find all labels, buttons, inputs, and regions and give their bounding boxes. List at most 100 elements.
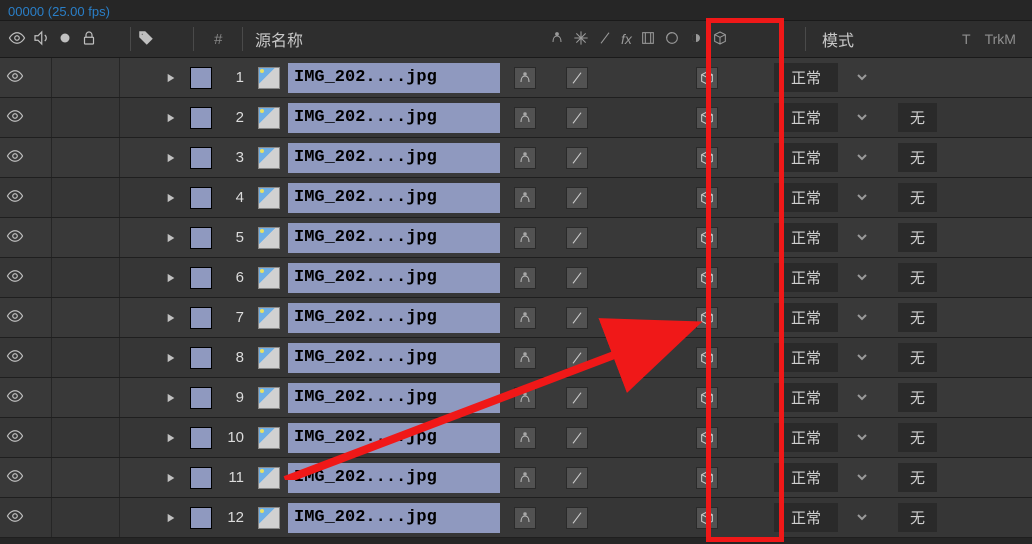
shy-switch[interactable] bbox=[514, 147, 536, 169]
twirl-icon[interactable] bbox=[156, 98, 186, 137]
twirl-icon[interactable] bbox=[156, 338, 186, 377]
twirl-icon[interactable] bbox=[156, 458, 186, 497]
track-matte-dropdown[interactable]: 无 bbox=[898, 303, 937, 332]
layer-source-name[interactable]: IMG_202....jpg bbox=[288, 183, 500, 213]
eye-icon[interactable] bbox=[6, 387, 24, 408]
track-matte-dropdown[interactable]: 无 bbox=[898, 503, 937, 532]
track-matte-dropdown[interactable]: 无 bbox=[898, 383, 937, 412]
3d-switch[interactable] bbox=[696, 147, 718, 169]
eye-icon[interactable] bbox=[8, 29, 26, 50]
blend-mode-dropdown[interactable]: 正常 bbox=[774, 183, 838, 212]
eye-icon[interactable] bbox=[6, 507, 24, 528]
3d-switch[interactable] bbox=[696, 387, 718, 409]
layer-source-name[interactable]: IMG_202....jpg bbox=[288, 63, 500, 93]
blend-mode-dropdown[interactable]: 正常 bbox=[774, 263, 838, 292]
blend-mode-dropdown[interactable]: 正常 bbox=[774, 503, 838, 532]
collapse-switch[interactable] bbox=[566, 267, 588, 289]
shy-switch[interactable] bbox=[514, 67, 536, 89]
twirl-icon[interactable] bbox=[156, 498, 186, 537]
layer-source-name[interactable]: IMG_202....jpg bbox=[288, 503, 500, 533]
tag-icon[interactable] bbox=[137, 29, 155, 50]
collapse-switch[interactable] bbox=[566, 307, 588, 329]
twirl-icon[interactable] bbox=[156, 298, 186, 337]
shy-switch[interactable] bbox=[514, 507, 536, 529]
speaker-icon[interactable] bbox=[32, 29, 50, 50]
3d-switch[interactable] bbox=[696, 107, 718, 129]
layer-row[interactable]: 8 IMG_202....jpg 正常 无 bbox=[0, 338, 1032, 378]
shy-icon[interactable] bbox=[549, 30, 565, 49]
layer-source-name[interactable]: IMG_202....jpg bbox=[288, 383, 500, 413]
adjustment-icon[interactable] bbox=[688, 30, 704, 49]
shy-switch[interactable] bbox=[514, 107, 536, 129]
twirl-icon[interactable] bbox=[156, 378, 186, 417]
eye-icon[interactable] bbox=[6, 347, 24, 368]
collapse-switch[interactable] bbox=[566, 227, 588, 249]
layer-row[interactable]: 4 IMG_202....jpg 正常 无 bbox=[0, 178, 1032, 218]
eye-icon[interactable] bbox=[6, 67, 24, 88]
eye-icon[interactable] bbox=[6, 427, 24, 448]
column-mode[interactable]: 模式 bbox=[812, 27, 952, 51]
eye-icon[interactable] bbox=[6, 187, 24, 208]
eye-icon[interactable] bbox=[6, 147, 24, 168]
fx-icon[interactable]: fx bbox=[621, 31, 632, 47]
layer-row[interactable]: 12 IMG_202....jpg 正常 无 bbox=[0, 498, 1032, 538]
layer-color-chip[interactable] bbox=[190, 67, 212, 89]
blend-mode-dropdown[interactable]: 正常 bbox=[774, 103, 838, 132]
collapse-switch[interactable] bbox=[566, 187, 588, 209]
layer-color-chip[interactable] bbox=[190, 147, 212, 169]
shy-switch[interactable] bbox=[514, 227, 536, 249]
layer-source-name[interactable]: IMG_202....jpg bbox=[288, 463, 500, 493]
layer-row[interactable]: 9 IMG_202....jpg 正常 无 bbox=[0, 378, 1032, 418]
layer-color-chip[interactable] bbox=[190, 427, 212, 449]
layer-row[interactable]: 6 IMG_202....jpg 正常 无 bbox=[0, 258, 1032, 298]
layer-color-chip[interactable] bbox=[190, 347, 212, 369]
track-matte-dropdown[interactable]: 无 bbox=[898, 103, 937, 132]
twirl-icon[interactable] bbox=[156, 58, 186, 97]
layer-row[interactable]: 10 IMG_202....jpg 正常 无 bbox=[0, 418, 1032, 458]
track-matte-dropdown[interactable]: 无 bbox=[898, 463, 937, 492]
collapse-switch[interactable] bbox=[566, 387, 588, 409]
shy-switch[interactable] bbox=[514, 347, 536, 369]
collapse-switch[interactable] bbox=[566, 107, 588, 129]
frame-blend-icon[interactable] bbox=[640, 30, 656, 49]
layer-row[interactable]: 1 IMG_202....jpg 正常 bbox=[0, 58, 1032, 98]
layer-color-chip[interactable] bbox=[190, 187, 212, 209]
layer-source-name[interactable]: IMG_202....jpg bbox=[288, 423, 500, 453]
shy-switch[interactable] bbox=[514, 427, 536, 449]
3d-switch[interactable] bbox=[696, 267, 718, 289]
shy-switch[interactable] bbox=[514, 467, 536, 489]
collapse-switch[interactable] bbox=[566, 147, 588, 169]
star-icon[interactable] bbox=[573, 30, 589, 49]
eye-icon[interactable] bbox=[6, 107, 24, 128]
layer-source-name[interactable]: IMG_202....jpg bbox=[288, 143, 500, 173]
3d-switch[interactable] bbox=[696, 227, 718, 249]
3d-switch[interactable] bbox=[696, 427, 718, 449]
layer-source-name[interactable]: IMG_202....jpg bbox=[288, 223, 500, 253]
track-matte-dropdown[interactable]: 无 bbox=[898, 183, 937, 212]
layer-source-name[interactable]: IMG_202....jpg bbox=[288, 103, 500, 133]
eye-icon[interactable] bbox=[6, 307, 24, 328]
blend-mode-dropdown[interactable]: 正常 bbox=[774, 383, 838, 412]
collapse-switch[interactable] bbox=[566, 467, 588, 489]
lock-icon[interactable] bbox=[80, 29, 98, 50]
layer-source-name[interactable]: IMG_202....jpg bbox=[288, 343, 500, 373]
shy-switch[interactable] bbox=[514, 187, 536, 209]
twirl-icon[interactable] bbox=[156, 418, 186, 457]
layer-source-name[interactable]: IMG_202....jpg bbox=[288, 263, 500, 293]
collapse-switch[interactable] bbox=[566, 427, 588, 449]
hash-icon[interactable]: # bbox=[214, 31, 222, 48]
blend-mode-dropdown[interactable]: 正常 bbox=[774, 343, 838, 372]
collapse-switch[interactable] bbox=[566, 347, 588, 369]
3d-switch[interactable] bbox=[696, 507, 718, 529]
eye-icon[interactable] bbox=[6, 267, 24, 288]
twirl-icon[interactable] bbox=[156, 258, 186, 297]
3d-switch[interactable] bbox=[696, 347, 718, 369]
collapse-switch[interactable] bbox=[566, 67, 588, 89]
track-matte-dropdown[interactable]: 无 bbox=[898, 263, 937, 292]
slash-icon[interactable] bbox=[597, 30, 613, 49]
3d-switch[interactable] bbox=[696, 67, 718, 89]
layer-color-chip[interactable] bbox=[190, 467, 212, 489]
track-matte-dropdown[interactable]: 无 bbox=[898, 223, 937, 252]
layer-color-chip[interactable] bbox=[190, 267, 212, 289]
layer-row[interactable]: 5 IMG_202....jpg 正常 无 bbox=[0, 218, 1032, 258]
